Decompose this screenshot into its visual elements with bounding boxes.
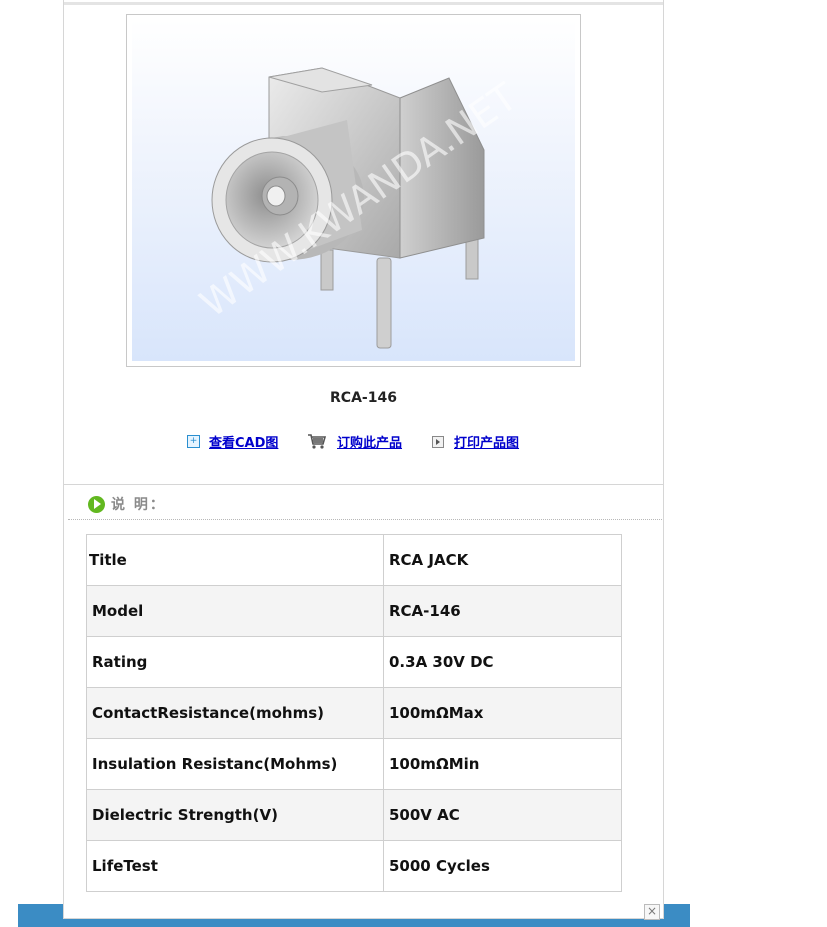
spec-value: 5000 Cycles <box>383 840 622 892</box>
table-row: ContactResistance(mohms) 100mΩMax <box>86 687 622 739</box>
section-header: 说 明： <box>88 494 166 514</box>
close-icon[interactable]: × <box>644 904 660 920</box>
product-panel: WWW.KWANDA.NET RCA-146 + 查看CAD图 订购此产品 打印… <box>63 0 664 919</box>
order-product-link[interactable]: 订购此产品 <box>337 432 402 451</box>
spec-key: Insulation Resistanc(Mohms) <box>86 738 384 790</box>
table-row: Model RCA-146 <box>86 585 622 637</box>
spec-value: RCA-146 <box>383 585 622 637</box>
order-product-action[interactable]: 订购此产品 <box>307 432 402 451</box>
panel-top-border <box>64 2 663 5</box>
spec-value: 0.3A 30V DC <box>383 636 622 688</box>
product-image: WWW.KWANDA.NET <box>132 20 575 361</box>
view-cad-action[interactable]: + 查看CAD图 <box>187 432 278 451</box>
cad-icon: + <box>187 435 200 448</box>
product-image-frame: WWW.KWANDA.NET <box>126 14 581 367</box>
spec-value: 100mΩMin <box>383 738 622 790</box>
table-row: Dielectric Strength(V) 500V AC <box>86 789 622 841</box>
spec-value: 500V AC <box>383 789 622 841</box>
dotted-separator <box>68 519 662 520</box>
spec-key: Dielectric Strength(V) <box>86 789 384 841</box>
spec-key: Model <box>86 585 384 637</box>
spec-key: LifeTest <box>86 840 384 892</box>
product-actions: + 查看CAD图 订购此产品 打印产品图 <box>184 432 584 452</box>
spec-value: RCA JACK <box>383 534 622 586</box>
spec-key: ContactResistance(mohms) <box>86 687 384 739</box>
spec-value: 100mΩMax <box>383 687 622 739</box>
cart-icon <box>308 434 327 449</box>
spec-key: Title <box>86 534 384 586</box>
view-cad-link[interactable]: 查看CAD图 <box>209 432 278 451</box>
product-name: RCA-146 <box>330 390 397 406</box>
section-divider <box>64 484 663 485</box>
print-product-action[interactable]: 打印产品图 <box>432 432 519 451</box>
section-title: 说 明： <box>111 497 166 513</box>
table-row: Title RCA JACK <box>86 534 622 586</box>
spec-table: Title RCA JACK Model RCA-146 Rating 0.3A… <box>86 534 622 892</box>
table-row: LifeTest 5000 Cycles <box>86 840 622 892</box>
print-product-link[interactable]: 打印产品图 <box>454 432 519 451</box>
print-icon <box>432 435 444 448</box>
spec-key: Rating <box>86 636 384 688</box>
table-row: Rating 0.3A 30V DC <box>86 636 622 688</box>
table-row: Insulation Resistanc(Mohms) 100mΩMin <box>86 738 622 790</box>
arrow-right-icon <box>88 495 105 513</box>
